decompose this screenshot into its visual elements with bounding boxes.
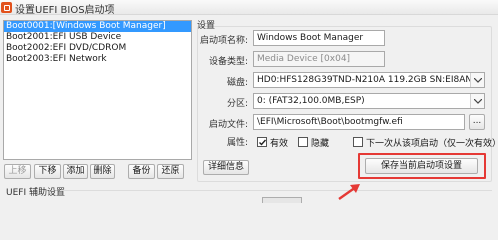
hidden-checkbox-label[interactable]: 隐藏: [311, 136, 329, 149]
highlight-box: [358, 153, 486, 179]
device-type-label: 设备类型:: [208, 57, 248, 67]
restore-button[interactable]: 还原: [157, 164, 184, 179]
partial-button[interactable]: [262, 197, 302, 203]
boot-name-input[interactable]: Windows Boot Manager: [253, 30, 385, 46]
move-up-button[interactable]: 上移: [4, 164, 31, 179]
app-icon: [1, 2, 12, 13]
next-boot-once-checkbox-label[interactable]: 下一次从该项启动（仅一次有效）: [366, 136, 498, 149]
boot-file-label: 启动文件:: [208, 120, 248, 130]
list-item[interactable]: Boot2003:EFI Network: [4, 54, 191, 65]
window-title: 设置UEFI BIOS启动项: [15, 5, 115, 16]
details-button[interactable]: 详细信息: [203, 160, 249, 175]
boot-entry-list[interactable]: Boot0001:[Windows Boot Manager] Boot2001…: [3, 20, 192, 160]
backup-button[interactable]: 备份: [128, 164, 155, 179]
hidden-checkbox[interactable]: [298, 137, 308, 147]
disk-label: 磁盘:: [226, 78, 248, 88]
chevron-down-icon[interactable]: [470, 94, 484, 108]
title-bar: 设置UEFI BIOS启动项: [0, 0, 498, 16]
check-icon: [259, 139, 267, 146]
disk-select[interactable]: HD0:HFS128G39TND-N210A 119.2GB SN:EI8AN0…: [253, 72, 485, 88]
partition-select-value: 0: (FAT32,100.0MB,ESP): [257, 96, 365, 106]
delete-button[interactable]: 删除: [90, 164, 115, 179]
device-type-field: Media Device [0x04]: [253, 51, 385, 67]
partition-select[interactable]: 0: (FAT32,100.0MB,ESP): [253, 93, 485, 109]
move-down-button[interactable]: 下移: [34, 164, 61, 179]
attributes-label: 属性:: [226, 138, 248, 148]
list-item[interactable]: Boot2001:EFI USB Device: [4, 32, 191, 43]
add-button[interactable]: 添加: [63, 164, 88, 179]
valid-checkbox[interactable]: [257, 137, 267, 147]
next-boot-once-checkbox[interactable]: [353, 137, 363, 147]
boot-file-input[interactable]: \EFI\Microsoft\Boot\bootmgfw.efi: [253, 114, 465, 130]
settings-group-title: 设置: [197, 21, 216, 31]
uefi-settings-label: UEFI 辅助设置: [6, 188, 65, 198]
list-item[interactable]: Boot2002:EFI DVD/CDROM: [4, 43, 191, 54]
valid-checkbox-label[interactable]: 有效: [270, 136, 288, 149]
browse-button[interactable]: ...: [469, 114, 485, 130]
chevron-down-icon[interactable]: [470, 73, 484, 87]
divider: [60, 190, 492, 191]
disk-select-value: HD0:HFS128G39TND-N210A 119.2GB SN:EI8AN0…: [257, 75, 485, 85]
list-item[interactable]: Boot0001:[Windows Boot Manager]: [4, 21, 191, 32]
partition-label: 分区:: [226, 99, 248, 109]
boot-name-label: 启动项名称:: [199, 36, 248, 46]
arrow-icon: [338, 184, 360, 200]
